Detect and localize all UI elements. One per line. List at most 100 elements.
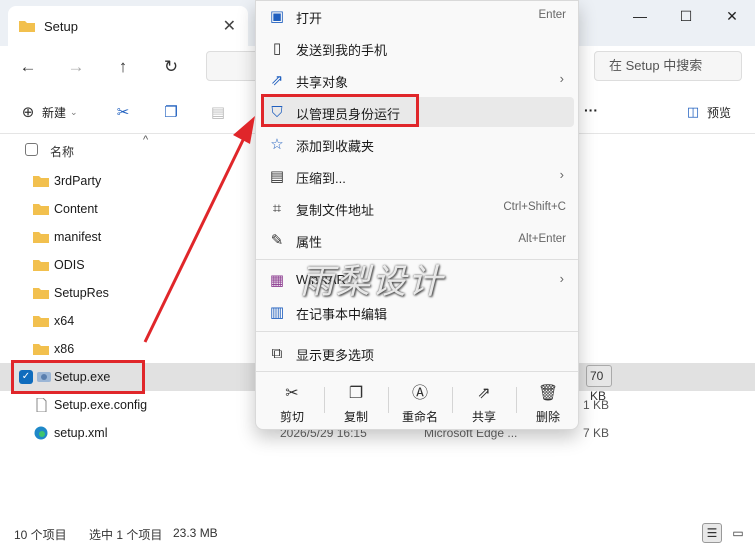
- open-icon: ▣: [269, 8, 285, 25]
- scissors-icon: ✂: [285, 385, 299, 402]
- menu-separator: [256, 259, 578, 260]
- menu-item-open[interactable]: ▣ 打开 Enter: [262, 1, 574, 31]
- menu-item-winrar[interactable]: ▦ WinRAR ›: [262, 265, 574, 295]
- menu-item-label: WinRAR: [296, 272, 346, 287]
- star-icon: ☆: [270, 136, 284, 153]
- file-size: 1 KB: [582, 398, 609, 412]
- more-button[interactable]: ···: [584, 102, 598, 118]
- tab-setup[interactable]: Setup ✕: [8, 6, 248, 46]
- menu-item-compress-to[interactable]: ▤ 压缩到... ›: [262, 161, 574, 191]
- highlight-run-as-admin: [261, 94, 419, 127]
- up-button[interactable]: ↑: [110, 54, 136, 80]
- chevron-down-icon: ⌄: [70, 106, 78, 117]
- winrar-icon: ▦: [269, 272, 285, 289]
- menu-item-copy-path[interactable]: ⌗ 复制文件地址 Ctrl+Shift+C: [262, 193, 574, 223]
- zip-icon: ▤: [269, 168, 285, 185]
- tiles-view-icon: ▭: [732, 526, 744, 540]
- tab-close-icon[interactable]: ✕: [223, 16, 236, 36]
- folder-icon: [33, 232, 49, 243]
- menu-item-label: 复制文件地址: [296, 203, 375, 218]
- paste-button[interactable]: ▤: [208, 102, 228, 122]
- menu-item-edit-notepad[interactable]: ▥ 在记事本中编辑: [262, 297, 574, 327]
- sort-caret-icon: ^: [143, 134, 149, 146]
- item-count: 10 个项目: [14, 528, 67, 542]
- column-name-header[interactable]: 名称: [50, 143, 74, 160]
- copy-button[interactable]: ❐: [161, 102, 181, 122]
- menu-separator: [256, 371, 578, 372]
- menu-item-send-to-phone[interactable]: ▯ 发送到我的手机: [262, 33, 574, 63]
- search-input[interactable]: 在 Setup 中搜索: [594, 51, 742, 81]
- more-options-icon: ⧉: [271, 344, 283, 362]
- select-all-checkbox[interactable]: [25, 143, 38, 156]
- file-name: manifest: [54, 230, 102, 244]
- file-name: SetupRes: [54, 286, 109, 300]
- config-file-icon: [36, 398, 47, 412]
- close-button[interactable]: ✕: [709, 0, 755, 32]
- new-label: 新建: [42, 105, 67, 120]
- context-menu: ▣ 打开 Enter ▯ 发送到我的手机 ⇗ 共享对象 › ⛉ 以管理员身份运行…: [255, 0, 579, 430]
- new-button[interactable]: ⊕ 新建 ⌄: [18, 102, 78, 122]
- preview-button[interactable]: ◫ 预览: [683, 102, 731, 122]
- folder-icon: [33, 204, 49, 215]
- edge-icon: [34, 426, 48, 440]
- maximize-button[interactable]: ☐: [663, 0, 709, 32]
- menu-item-add-favorites[interactable]: ☆ 添加到收藏夹: [262, 129, 574, 159]
- menu-item-properties[interactable]: ✎ 属性 Alt+Enter: [262, 225, 574, 255]
- file-name: Content: [54, 202, 98, 216]
- details-view-button[interactable]: ☰: [702, 523, 722, 543]
- preview-label: 预览: [707, 105, 732, 120]
- folder-icon: [33, 288, 49, 299]
- tiles-view-button[interactable]: ▭: [728, 523, 748, 543]
- tab-title: Setup: [44, 18, 78, 34]
- menu-item-shortcut: Ctrl+Shift+C: [503, 201, 566, 213]
- clipboard-icon: ▤: [210, 104, 226, 121]
- file-name: x86: [54, 342, 75, 356]
- menu-item-shortcut: Enter: [538, 9, 567, 21]
- share-action[interactable]: ⇗ 共享: [456, 375, 512, 427]
- file-name: ODIS: [54, 258, 85, 272]
- forward-button[interactable]: →: [63, 54, 89, 80]
- folder-icon: [33, 344, 49, 355]
- folder-icon: [33, 176, 49, 187]
- file-name: x64: [54, 314, 75, 328]
- highlight-setup-exe: [11, 360, 145, 394]
- action-label: 剪切: [279, 410, 304, 424]
- action-label: 共享: [471, 410, 496, 424]
- trash-icon: 🗑: [537, 385, 559, 402]
- share-icon: ⇗: [477, 385, 491, 402]
- menu-item-label: 压缩到...: [296, 171, 346, 186]
- rename-action[interactable]: Ⓐ 重命名: [392, 375, 448, 427]
- folder-icon: [33, 260, 49, 271]
- chevron-right-icon: ›: [559, 271, 564, 286]
- phone-icon: ▯: [272, 40, 282, 57]
- back-button[interactable]: ←: [15, 54, 41, 80]
- action-label: 删除: [535, 410, 560, 424]
- file-name: Setup.exe.config: [54, 398, 148, 412]
- menu-separator: [256, 331, 578, 332]
- action-label: 复制: [343, 410, 368, 424]
- minimize-button[interactable]: —: [617, 0, 663, 32]
- menu-item-share-with[interactable]: ⇗ 共享对象 ›: [262, 65, 574, 95]
- copy-action[interactable]: ❐ 复制: [328, 375, 384, 427]
- action-label: 重命名: [401, 410, 438, 424]
- action-divider: [388, 387, 389, 413]
- share-icon: ⇗: [270, 72, 284, 89]
- cut-action[interactable]: ✂ 剪切: [264, 375, 320, 427]
- rename-icon: Ⓐ: [411, 385, 428, 402]
- cut-button[interactable]: ✂: [113, 102, 133, 122]
- selected-count: 选中 1 个项目: [89, 528, 163, 542]
- menu-item-label: 打开: [296, 11, 323, 26]
- notepad-icon: ▥: [269, 304, 285, 321]
- selected-size: 23.3 MB: [173, 526, 218, 540]
- delete-action[interactable]: 🗑 删除: [520, 375, 576, 427]
- folder-icon: [19, 21, 35, 32]
- action-divider: [324, 387, 325, 413]
- plus-icon: ⊕: [21, 104, 35, 121]
- copy-icon: ❐: [348, 385, 364, 402]
- folder-icon: [33, 316, 49, 327]
- menu-item-label: 添加到收藏夹: [296, 139, 375, 154]
- refresh-button[interactable]: ↻: [158, 54, 184, 80]
- menu-item-more-options[interactable]: ⧉ 显示更多选项: [262, 338, 574, 368]
- file-name: 3rdParty: [54, 174, 102, 188]
- preview-pane-icon: ◫: [686, 104, 700, 119]
